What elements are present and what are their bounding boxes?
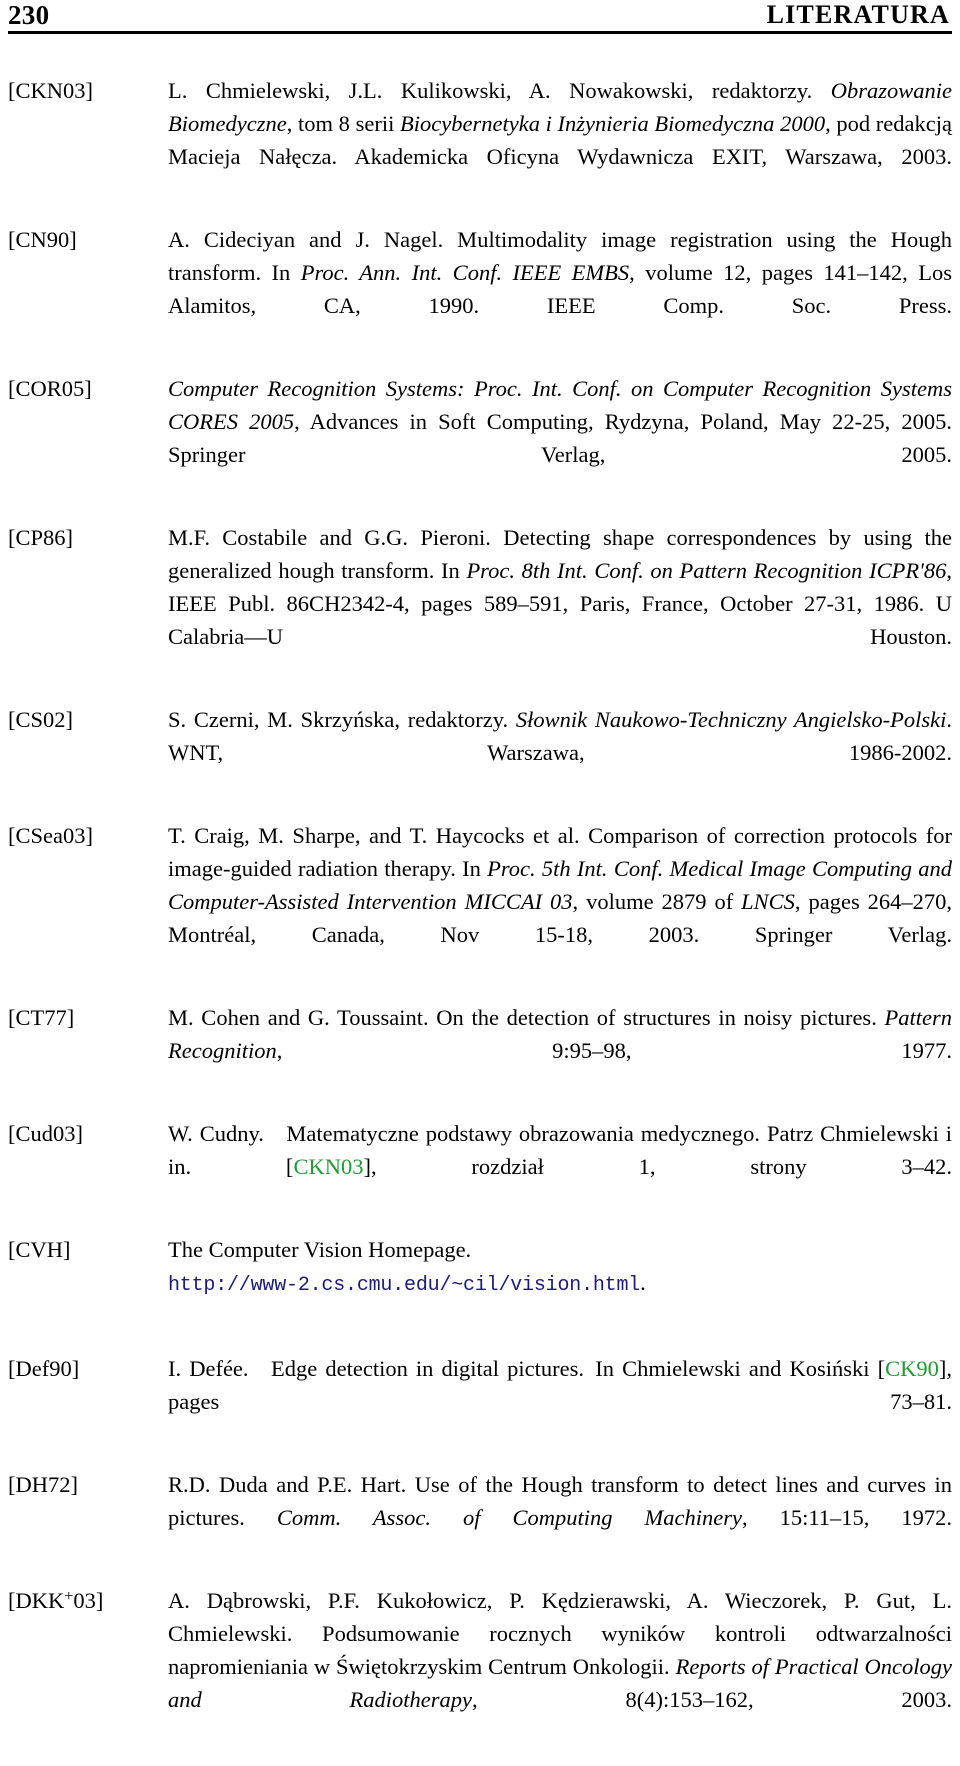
reference-text-run: .	[640, 1270, 646, 1295]
entry-reference-text: Computer Recognition Systems: Proc. Int.…	[168, 372, 952, 504]
bibliography-entry: [CSea03] T. Craig, M. Sharpe, and T. Hayc…	[0, 819, 960, 984]
entry-key: [CN90]	[8, 227, 77, 252]
entry-key: [DH72]	[8, 1472, 78, 1497]
entry-reference-text: L. Chmielewski, J.L. Kulikowski, A. Nowa…	[168, 74, 952, 206]
running-header: 230 LITERATURA	[8, 0, 952, 32]
reference-text-run: , 8(4):153–162, 2003.	[472, 1687, 952, 1712]
italic-title: LNCS	[741, 889, 795, 914]
page-title: LITERATURA	[766, 0, 950, 29]
reference-text-run: L. Chmielewski, J.L. Kulikowski, A. Nowa…	[168, 78, 831, 103]
reference-text-run: I. Defée. Edge detection in digital pict…	[168, 1356, 886, 1381]
reference-text-run: , 9:95–98, 1977.	[276, 1038, 952, 1063]
bibliography-entry: [DKK+03] A. Dąbrowski, P.F. Kukołowicz, P…	[0, 1584, 960, 1749]
bibliography-entry: [COR05] Computer Recognition Systems: Pro…	[0, 372, 960, 504]
bibliography-entry: [DH72] R.D. Duda and P.E. Hart. Use of th…	[0, 1468, 960, 1567]
entry-reference-text: I. Defée. Edge detection in digital pict…	[168, 1352, 952, 1451]
bibliography-page: 230 LITERATURA [CKN03] L. Chmielewski, J.…	[0, 0, 960, 1712]
reference-text-run: The Computer Vision Homepage.	[168, 1237, 472, 1262]
reference-text-run: M. Cohen and G. Toussaint. On the detect…	[168, 1005, 885, 1030]
entry-reference-text: M. Cohen and G. Toussaint. On the detect…	[168, 1001, 952, 1100]
citation-link[interactable]: CK90	[885, 1356, 939, 1381]
italic-title: Słownik Naukowo-Techniczny Angielsko-Pol…	[515, 707, 947, 732]
entry-reference-text: A. Dąbrowski, P.F. Kukołowicz, P. Kędzie…	[168, 1584, 952, 1749]
entry-reference-text: M.F. Costabile and G.G. Pieroni. Detecti…	[168, 521, 952, 686]
entry-key: [CKN03]	[8, 78, 93, 103]
bibliography-entry: [Cud03] W. Cudny. Matematyczne podstawy o…	[0, 1117, 960, 1216]
entry-reference-text: W. Cudny. Matematyczne podstawy obrazowa…	[168, 1117, 952, 1216]
entry-key: [Def90]	[8, 1356, 80, 1381]
entry-key: [CT77]	[8, 1005, 75, 1030]
reference-text-run: S. Czerni, M. Skrzyńska, redaktorzy.	[168, 707, 516, 732]
header-rule	[8, 31, 952, 34]
entry-key: [DKK+03]	[8, 1587, 104, 1613]
entry-key: [Cud03]	[8, 1121, 83, 1146]
entry-reference-text: R.D. Duda and P.E. Hart. Use of the Houg…	[168, 1468, 952, 1567]
entry-reference-text: A. Cideciyan and J. Nagel. Multimodality…	[168, 223, 952, 355]
bibliography-entry: [CN90] A. Cideciyan and J. Nagel. Multimo…	[0, 223, 960, 355]
bibliography-entry: [CT77] M. Cohen and G. Toussaint. On the …	[0, 1001, 960, 1100]
entry-reference-text: T. Craig, M. Sharpe, and T. Haycocks et …	[168, 819, 952, 984]
bibliography-entry: [CVH] The Computer Vision Homepage. http:/…	[0, 1233, 960, 1335]
italic-title: Proc. 8th Int. Conf. on Pattern Recognit…	[466, 558, 947, 583]
entry-key: [CVH]	[8, 1237, 71, 1262]
entry-reference-text: S. Czerni, M. Skrzyńska, redaktorzy. Sło…	[168, 703, 952, 802]
italic-title: Biocybernetyka i Inżynieria Biomedyczna …	[400, 111, 826, 136]
italic-title: Proc. Ann. Int. Conf. IEEE EMBS	[300, 260, 630, 285]
reference-text-run: , volume 2879 of	[572, 889, 742, 914]
page-number: 230	[8, 0, 50, 30]
italic-title: Comm. Assoc. of Computing Machinery	[276, 1505, 742, 1530]
entry-key: [COR05]	[8, 376, 92, 401]
entry-key: [CSea03]	[8, 823, 93, 848]
bibliography-list: [CKN03] L. Chmielewski, J.L. Kulikowski, …	[0, 74, 960, 1766]
reference-text-run: , 15:11–15, 1972.	[741, 1505, 953, 1530]
reference-text-run: ], rozdział 1, strony 3–42.	[363, 1154, 953, 1179]
bibliography-entry: [CP86] M.F. Costabile and G.G. Pieroni. D…	[0, 521, 960, 686]
bibliography-entry: [CKN03] L. Chmielewski, J.L. Kulikowski, …	[0, 74, 960, 206]
bibliography-entry: [CS02] S. Czerni, M. Skrzyńska, redaktorz…	[0, 703, 960, 802]
entry-key: [CS02]	[8, 707, 74, 732]
citation-link[interactable]: CKN03	[293, 1154, 363, 1179]
reference-text-run: , tom 8 serii	[286, 111, 401, 136]
external-url-link[interactable]: http://www-2.cs.cmu.edu/~cil/vision.html	[168, 1274, 640, 1297]
bibliography-entry: [Def90] I. Defée. Edge detection in digit…	[0, 1352, 960, 1451]
entry-key: [CP86]	[8, 525, 74, 550]
entry-reference-text: The Computer Vision Homepage. http://www-…	[168, 1233, 952, 1335]
